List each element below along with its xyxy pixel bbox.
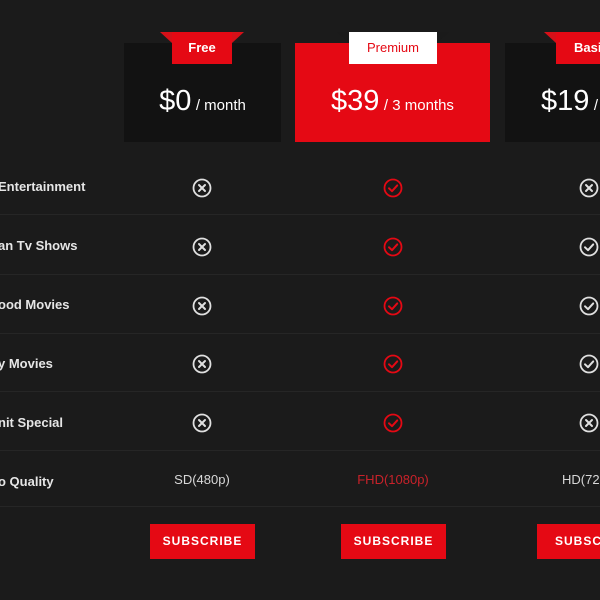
plan-amount-premium: $39 <box>331 85 380 117</box>
cross-icon <box>191 353 213 375</box>
cross-icon <box>578 412 600 434</box>
quality-value-basic: HD(720p) <box>562 472 600 487</box>
plan-period-basic: / <box>593 97 599 114</box>
plan-tag-premium: Premium <box>349 32 437 64</box>
cross-icon <box>578 177 600 199</box>
feature-label-2: an Tv Shows <box>0 238 78 253</box>
cross-icon <box>191 177 213 199</box>
feature-label-4: y Movies <box>0 356 53 371</box>
plan-price-basic: $19 / <box>541 85 598 118</box>
feature-label-1: Entertainment <box>0 179 86 194</box>
plan-tag-free: Free <box>172 32 232 64</box>
quality-value-free: SD(480p) <box>174 472 230 487</box>
check-icon <box>382 412 404 434</box>
check-icon <box>578 295 600 317</box>
ribbon-fold <box>232 32 244 43</box>
row-divider <box>0 391 600 392</box>
row-divider <box>0 506 600 507</box>
cross-icon <box>191 295 213 317</box>
cross-icon <box>191 412 213 434</box>
check-icon <box>382 353 404 375</box>
check-icon <box>382 295 404 317</box>
cross-icon <box>191 236 213 258</box>
row-divider <box>0 274 600 275</box>
plan-tag-basic: Basic <box>556 32 600 64</box>
quality-value-premium: FHD(1080p) <box>357 472 429 487</box>
plan-period-free: / month <box>195 97 246 114</box>
ribbon-fold <box>160 32 172 43</box>
row-divider <box>0 214 600 215</box>
row-divider <box>0 333 600 334</box>
plan-price-free: $0 / month <box>124 85 281 118</box>
quality-label: o Quality <box>0 474 54 489</box>
plan-amount-basic: $19 <box>541 85 590 117</box>
row-divider <box>0 450 600 451</box>
ribbon-fold <box>544 32 556 43</box>
plan-amount-free: $0 <box>159 85 192 117</box>
check-icon <box>382 236 404 258</box>
plan-period-premium: / 3 months <box>383 97 454 114</box>
subscribe-button-free[interactable]: SUBSCRIBE <box>150 524 255 559</box>
check-icon <box>578 353 600 375</box>
check-icon <box>382 177 404 199</box>
ribbon-fold <box>437 32 449 43</box>
plan-price-premium: $39 / 3 months <box>295 85 490 118</box>
feature-label-3: ood Movies <box>0 297 70 312</box>
feature-label-5: nit Special <box>0 415 64 430</box>
check-icon <box>578 236 600 258</box>
subscribe-button-premium[interactable]: SUBSCRIBE <box>341 524 446 559</box>
subscribe-button-basic[interactable]: SUBSCRIBE <box>537 524 600 559</box>
ribbon-fold <box>337 32 349 43</box>
